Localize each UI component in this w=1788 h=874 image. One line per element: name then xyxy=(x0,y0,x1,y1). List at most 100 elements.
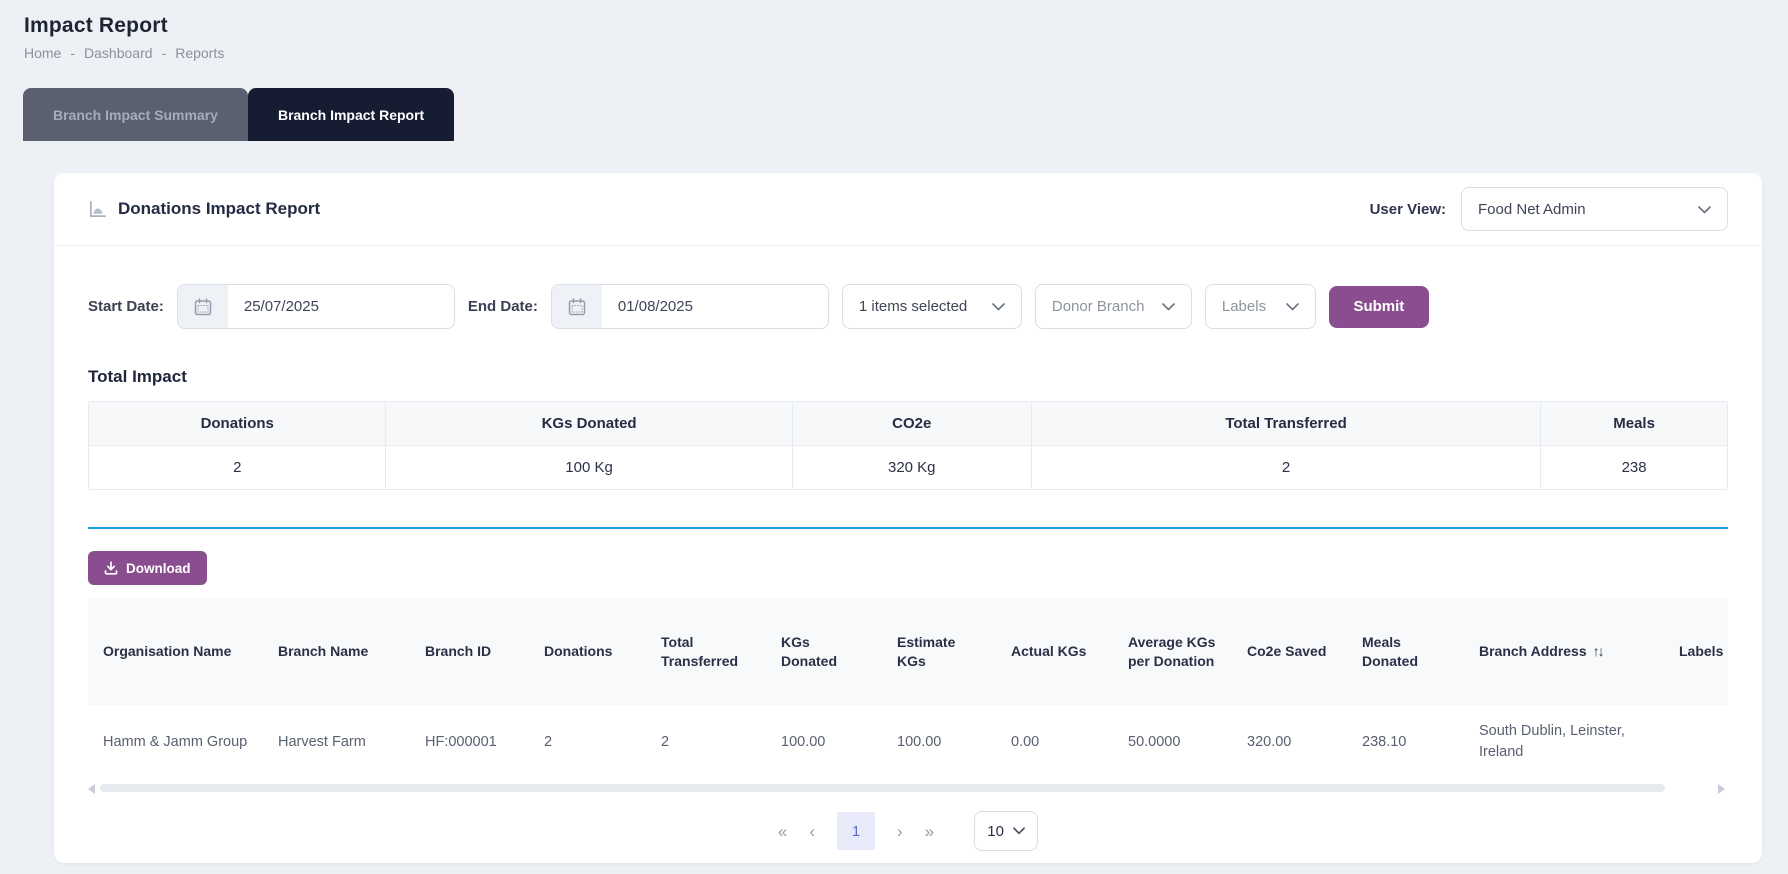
total-impact-header: Meals xyxy=(1540,402,1727,445)
total-impact-heading: Total Impact xyxy=(88,367,187,386)
cell-co2e-saved: 320.00 xyxy=(1232,705,1347,780)
user-view-select[interactable]: Food Net Admin xyxy=(1461,187,1728,231)
breadcrumb: Home - Dashboard - Reports xyxy=(24,45,1788,61)
breadcrumb-dashboard[interactable]: Dashboard xyxy=(84,45,153,61)
total-impact-table: Donations KGs Donated CO2e Total Transfe… xyxy=(88,401,1728,490)
download-label: Download xyxy=(126,560,191,576)
chevron-down-icon xyxy=(992,298,1005,315)
total-impact-header-row: Donations KGs Donated CO2e Total Transfe… xyxy=(89,402,1727,446)
cell-meals-donated: 238.10 xyxy=(1347,705,1464,780)
col-branch-id: Branch ID xyxy=(410,598,529,705)
breadcrumb-home[interactable]: Home xyxy=(24,45,61,61)
page-header: Impact Report Home - Dashboard - Reports xyxy=(0,0,1788,61)
tab-branch-impact-summary[interactable]: Branch Impact Summary xyxy=(23,88,248,141)
col-organisation-name: Organisation Name xyxy=(88,598,263,705)
filter-bar: Start Date: End Date: xyxy=(88,284,1728,329)
cell-kgs-donated: 100.00 xyxy=(766,705,882,780)
scroll-left-icon[interactable] xyxy=(88,784,95,795)
cell-total-transferred: 2 xyxy=(646,705,766,780)
branch-multiselect-value: 1 items selected xyxy=(858,298,968,315)
breadcrumb-separator: - xyxy=(161,45,167,61)
chevron-down-icon xyxy=(1013,827,1025,835)
user-view: User View: Food Net Admin xyxy=(1370,187,1728,231)
report-card: Donations Impact Report User View: Food … xyxy=(54,173,1762,863)
section-divider xyxy=(88,527,1728,529)
col-meals-donated: Meals Donated xyxy=(1347,598,1464,705)
total-impact-header: Total Transferred xyxy=(1030,402,1540,445)
page-size-value: 10 xyxy=(987,822,1004,840)
pagination-first-button[interactable]: « xyxy=(778,823,787,840)
col-estimate-kgs: Estimate KGs xyxy=(882,598,996,705)
total-impact-header: Donations xyxy=(200,415,274,432)
pagination-last-button[interactable]: » xyxy=(925,823,934,840)
table-row: Hamm & Jamm Group Harvest Farm HF:000001… xyxy=(88,705,1728,780)
col-branch-name: Branch Name xyxy=(263,598,410,705)
submit-button[interactable]: Submit xyxy=(1328,285,1429,328)
pagination: « ‹ 1 › » 10 xyxy=(88,811,1728,852)
total-impact-value: 100 Kg xyxy=(385,446,791,489)
report-table: Organisation Name Branch Name Branch ID … xyxy=(88,598,1728,780)
start-date-input[interactable] xyxy=(176,284,455,329)
horizontal-scrollbar xyxy=(88,782,1728,795)
total-impact-header: CO2e xyxy=(791,402,1031,445)
donor-branch-select[interactable]: Donor Branch xyxy=(1034,284,1192,329)
total-impact-value: 2 xyxy=(233,459,242,476)
total-impact-value: 238 xyxy=(1540,446,1727,489)
cell-actual-kgs: 0.00 xyxy=(996,705,1113,780)
total-impact-value-row: 2 100 Kg 320 Kg 2 238 xyxy=(89,446,1727,489)
labels-select[interactable]: Labels xyxy=(1204,284,1316,329)
col-donations: Donations xyxy=(529,598,646,705)
total-impact-header: KGs Donated xyxy=(385,402,791,445)
end-date-input[interactable] xyxy=(550,284,829,329)
chart-icon xyxy=(88,200,107,219)
total-impact-value: 2 xyxy=(1030,446,1540,489)
pagination-page-1[interactable]: 1 xyxy=(837,812,875,851)
col-total-transferred: Total Transferred xyxy=(646,598,766,705)
download-button[interactable]: Download xyxy=(88,551,207,585)
calendar-icon[interactable] xyxy=(551,285,602,328)
donor-branch-value: Donor Branch xyxy=(1051,298,1145,315)
cell-branch-id: HF:000001 xyxy=(410,705,529,780)
cell-labels xyxy=(1664,705,1728,780)
start-date-label: Start Date: xyxy=(88,298,164,315)
cell-average-kgs-per-donation: 50.0000 xyxy=(1113,705,1232,780)
page-size-select[interactable]: 10 xyxy=(974,811,1039,852)
col-actual-kgs: Actual KGs xyxy=(996,598,1113,705)
breadcrumb-separator: - xyxy=(70,45,76,61)
calendar-icon[interactable] xyxy=(177,285,228,328)
tab-branch-impact-report[interactable]: Branch Impact Report xyxy=(247,88,455,141)
download-icon xyxy=(104,561,118,575)
col-co2e-saved: Co2e Saved xyxy=(1232,598,1347,705)
breadcrumb-reports[interactable]: Reports xyxy=(175,45,224,61)
start-date-value[interactable] xyxy=(227,285,454,328)
report-table-header-row: Organisation Name Branch Name Branch ID … xyxy=(88,598,1728,705)
page-title: Impact Report xyxy=(24,14,168,37)
col-average-kgs-per-donation: Average KGs per Donation xyxy=(1113,598,1232,705)
sort-icon[interactable]: ↑↓ xyxy=(1593,642,1605,661)
chevron-down-icon xyxy=(1286,298,1299,315)
cell-branch-name: Harvest Farm xyxy=(263,705,410,780)
labels-select-value: Labels xyxy=(1221,298,1267,315)
total-impact-value: 320 Kg xyxy=(791,446,1031,489)
chevron-down-icon xyxy=(1162,298,1175,315)
col-labels: Labels xyxy=(1664,598,1728,705)
report-tabs: Branch Impact Summary Branch Impact Repo… xyxy=(23,88,1788,141)
col-branch-address: Branch Address ↑↓ xyxy=(1464,598,1664,705)
user-view-label: User View: xyxy=(1369,200,1446,218)
scroll-right-icon[interactable] xyxy=(1718,784,1725,795)
chevron-down-icon xyxy=(1698,201,1711,218)
col-kgs-donated: KGs Donated xyxy=(766,598,882,705)
pagination-prev-button[interactable]: ‹ xyxy=(809,823,815,840)
branch-multiselect[interactable]: 1 items selected xyxy=(841,284,1022,329)
card-title-group: Donations Impact Report xyxy=(88,199,320,219)
end-date-value[interactable] xyxy=(601,285,828,328)
cell-organisation-name: Hamm & Jamm Group xyxy=(88,705,263,780)
cell-branch-address: South Dublin, Leinster, Ireland xyxy=(1464,705,1664,780)
cell-estimate-kgs: 100.00 xyxy=(882,705,996,780)
end-date-label: End Date: xyxy=(467,298,538,315)
cell-donations: 2 xyxy=(529,705,646,780)
card-header: Donations Impact Report User View: Food … xyxy=(54,173,1762,246)
pagination-next-button[interactable]: › xyxy=(897,823,903,840)
scrollbar-thumb[interactable] xyxy=(100,784,1665,793)
user-view-value: Food Net Admin xyxy=(1478,200,1586,218)
